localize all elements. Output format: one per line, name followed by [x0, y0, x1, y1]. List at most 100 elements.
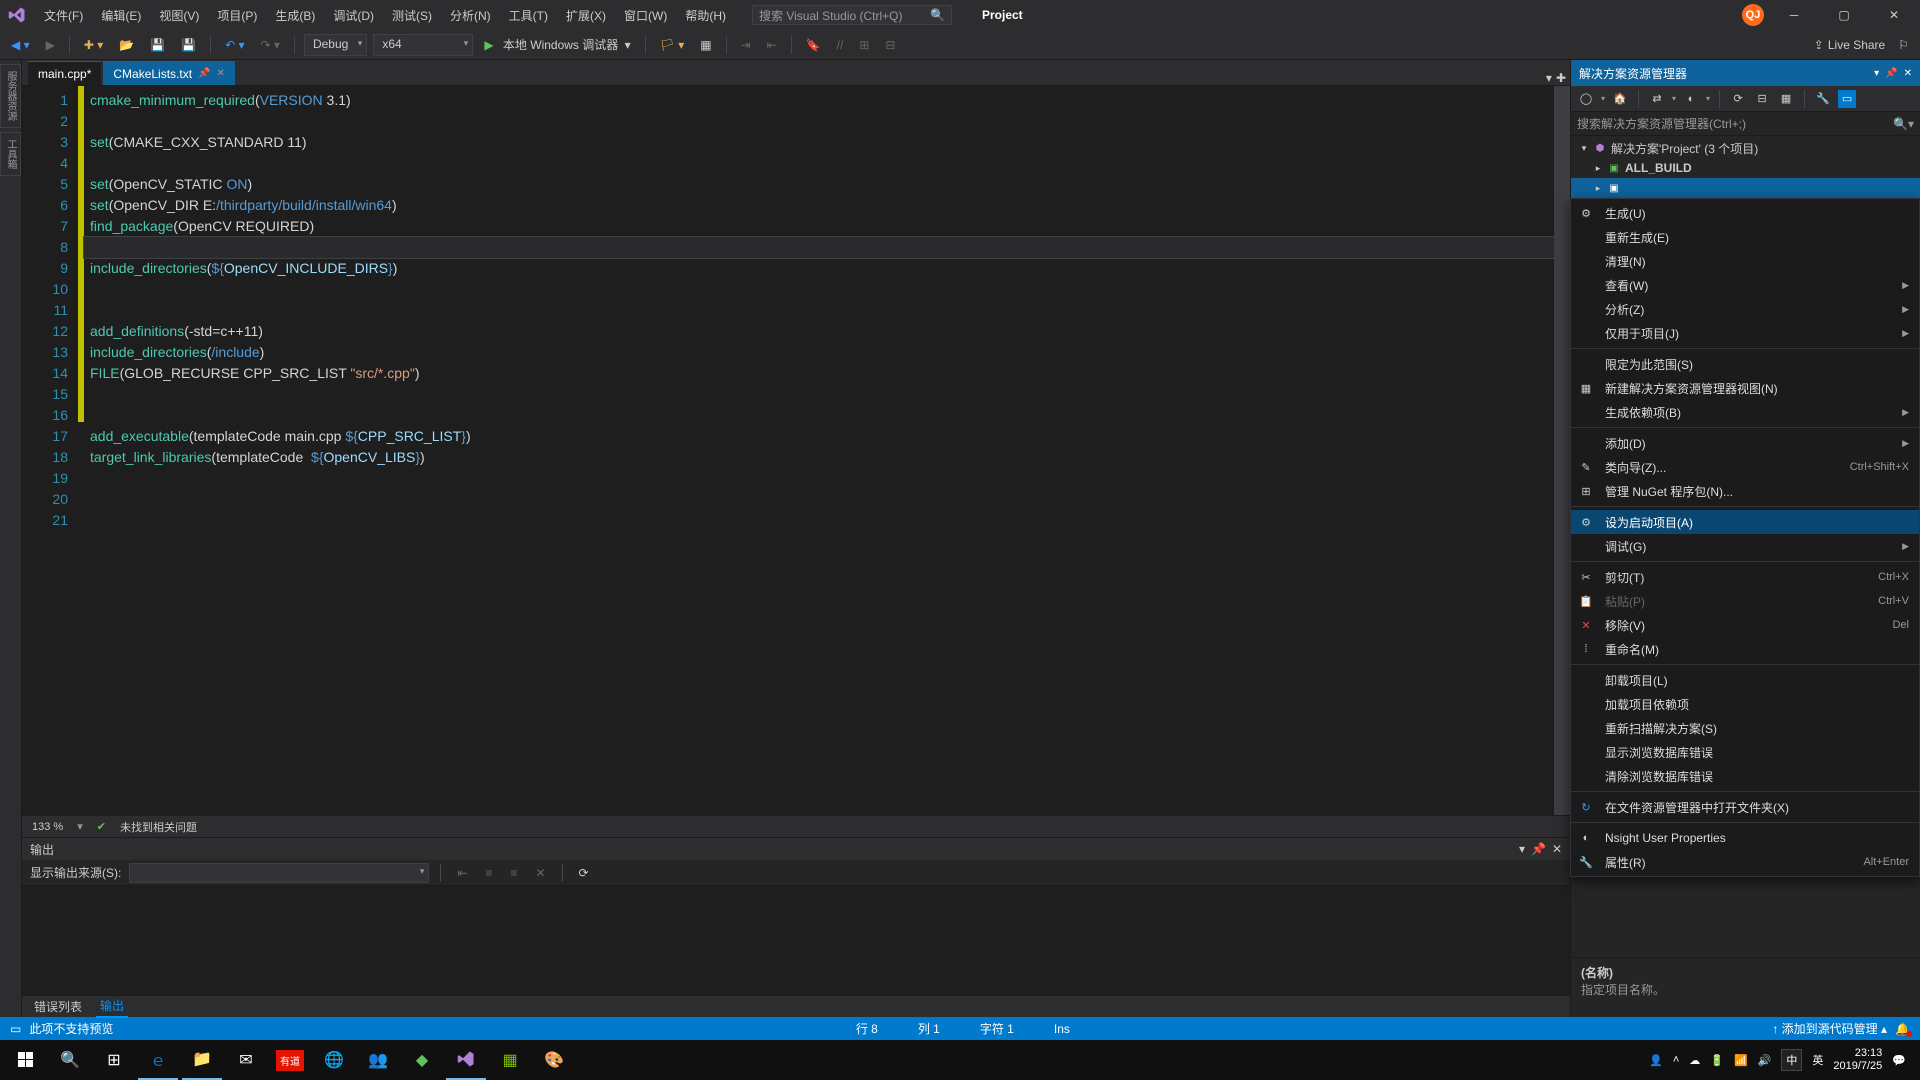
chrome-icon[interactable]: 🌐 [314, 1040, 354, 1080]
code-editor[interactable]: 123456789101112131415161718192021 cmake_… [22, 86, 1570, 815]
nav-back-button[interactable]: ◀ ▾ [6, 35, 35, 55]
vs-taskbar-icon[interactable] [446, 1040, 486, 1080]
out-btn-5[interactable]: ⟳ [574, 863, 594, 883]
taskbar-clock[interactable]: 23:132019/7/25 [1833, 1047, 1882, 1073]
mail-icon[interactable]: ✉ [226, 1040, 266, 1080]
sb-close-icon[interactable]: ✕ [1904, 68, 1912, 79]
sb-back-icon[interactable]: ◯ [1577, 90, 1595, 108]
nav-fwd-button[interactable]: ▶ [41, 35, 60, 55]
menu-视图(V)[interactable]: 视图(V) [151, 3, 207, 28]
tb-icon-3[interactable]: ⇥ [736, 35, 756, 55]
tab-cmakelists[interactable]: CMakeLists.txt📌✕ [103, 61, 235, 85]
ctx-在文件资源管理器中打开文件夹(X)[interactable]: ↻在文件资源管理器中打开文件夹(X) [1571, 795, 1919, 819]
ctx-清除浏览数据库错误[interactable]: 清除浏览数据库错误 [1571, 764, 1919, 788]
ctx-剪切(T)[interactable]: ✂剪切(T)Ctrl+X [1571, 565, 1919, 589]
tab-main-cpp[interactable]: main.cpp* [28, 61, 101, 85]
ctx-重命名(M)[interactable]: ⁞重命名(M) [1571, 637, 1919, 661]
context-menu[interactable]: ⚙生成(U)重新生成(E)清理(N)查看(W)▶分析(Z)▶仅用于项目(J)▶限… [1570, 198, 1920, 877]
user-avatar[interactable]: QJ [1742, 4, 1764, 26]
editor-scrollbar[interactable] [1554, 86, 1570, 815]
menu-扩展(X)[interactable]: 扩展(X) [558, 3, 614, 28]
menu-文件(F)[interactable]: 文件(F) [36, 3, 91, 28]
ctx-加载项目依赖项[interactable]: 加载项目依赖项 [1571, 692, 1919, 716]
ctx-移除(V)[interactable]: ✕移除(V)Del [1571, 613, 1919, 637]
edge-icon[interactable]: ｅ [138, 1040, 178, 1080]
tabs-add-icon[interactable]: ✚ [1556, 71, 1566, 85]
sb-properties-icon[interactable]: 🔧 [1814, 90, 1832, 108]
ctx-卸载项目(L)[interactable]: 卸载项目(L) [1571, 668, 1919, 692]
app-green-icon[interactable]: ▦ [490, 1040, 530, 1080]
menu-项目(P)[interactable]: 项目(P) [209, 3, 265, 28]
project-all-build[interactable]: ▸ ▣ ALL_BUILD [1571, 158, 1920, 178]
feedback-button[interactable]: ⚐ [1893, 35, 1914, 55]
output-pin-icon[interactable]: 📌 [1531, 842, 1546, 856]
ctx-仅用于项目(J)[interactable]: 仅用于项目(J)▶ [1571, 321, 1919, 345]
search-input[interactable]: 搜索 Visual Studio (Ctrl+Q)🔍 [752, 5, 952, 25]
out-btn-1[interactable]: ⇤ [452, 863, 472, 883]
ctx-限定为此范围(S)[interactable]: 限定为此范围(S) [1571, 352, 1919, 376]
ctx-Nsight User Properties[interactable]: ◐Nsight User Properties [1571, 826, 1919, 850]
ctx-分析(Z)[interactable]: 分析(Z)▶ [1571, 297, 1919, 321]
tab-error-list[interactable]: 错误列表 [30, 996, 86, 1017]
tabs-dropdown-icon[interactable]: ▾ [1546, 71, 1552, 85]
notifications-tray-icon[interactable]: 💬 [1892, 1054, 1906, 1067]
toolbox-tab-1[interactable]: 服务器资源 [0, 64, 21, 128]
output-source-dropdown[interactable] [129, 863, 429, 883]
ctx-显示浏览数据库错误[interactable]: 显示浏览数据库错误 [1571, 740, 1919, 764]
ctx-管理 NuGet 程序包(N)...[interactable]: ⊞管理 NuGet 程序包(N)... [1571, 479, 1919, 503]
tray-volume-icon[interactable]: 🔊 [1758, 1054, 1772, 1067]
close-button[interactable]: ✕ [1874, 1, 1914, 29]
out-btn-2[interactable]: ≡ [480, 863, 497, 883]
save-button[interactable]: 💾 [145, 35, 170, 55]
tb-icon-4[interactable]: ⇤ [762, 35, 782, 55]
ctx-属性(R)[interactable]: 🔧属性(R)Alt+Enter [1571, 850, 1919, 874]
solution-search-input[interactable]: 搜索解决方案资源管理器(Ctrl+;)🔍▾ [1571, 112, 1920, 136]
tb-icon-2[interactable]: ▦ [695, 35, 716, 55]
menu-生成(B)[interactable]: 生成(B) [267, 3, 323, 28]
app-diamond-icon[interactable]: ◆ [402, 1040, 442, 1080]
source-control-button[interactable]: ↑ 添加到源代码管理 ▴ [1772, 1020, 1887, 1037]
start-debug-button[interactable]: ▶ 本地 Windows 调试器 ▾ [479, 33, 635, 56]
menu-测试(S)[interactable]: 测试(S) [384, 3, 440, 28]
ime-2[interactable]: 英 [1812, 1052, 1823, 1068]
ctx-重新扫描解决方案(S)[interactable]: 重新扫描解决方案(S) [1571, 716, 1919, 740]
sb-collapse-icon[interactable]: ⊟ [1753, 90, 1771, 108]
output-dropdown-icon[interactable]: ▾ [1519, 842, 1525, 856]
solution-tree[interactable]: ▾ ⬢ 解决方案'Project' (3 个项目) ▸ ▣ ALL_BUILD … [1571, 136, 1920, 200]
notifications-icon[interactable]: 🔔 [1895, 1022, 1910, 1036]
ctx-设为启动项目(A)[interactable]: ⚙设为启动项目(A) [1571, 510, 1919, 534]
ctx-重新生成(E)[interactable]: 重新生成(E) [1571, 225, 1919, 249]
zoom-level[interactable]: 133 % [32, 821, 63, 833]
ctx-类向导(Z)...[interactable]: ✎类向导(Z)...Ctrl+Shift+X [1571, 455, 1919, 479]
sb-pending-icon[interactable]: ◐ [1682, 90, 1700, 108]
tray-cloud-icon[interactable]: ☁ [1689, 1054, 1700, 1067]
ime-1[interactable]: 中 [1781, 1049, 1802, 1071]
menu-编辑(E)[interactable]: 编辑(E) [93, 3, 149, 28]
sb-pin-icon[interactable]: 📌 [1885, 68, 1897, 79]
open-button[interactable]: 📂 [114, 35, 139, 55]
ctx-生成(U)[interactable]: ⚙生成(U) [1571, 201, 1919, 225]
explorer-icon[interactable]: 📁 [182, 1040, 222, 1080]
tray-wifi-icon[interactable]: 📶 [1734, 1054, 1748, 1067]
minimize-button[interactable]: ─ [1774, 1, 1814, 29]
menu-分析(N)[interactable]: 分析(N) [442, 3, 499, 28]
start-button[interactable] [6, 1040, 46, 1080]
sb-dropdown-icon[interactable]: ▾ [1874, 68, 1879, 79]
menu-工具(T)[interactable]: 工具(T) [501, 3, 556, 28]
tb-icon-5[interactable]: 🔖 [801, 35, 826, 55]
ctx-生成依赖项(B)[interactable]: 生成依赖项(B)▶ [1571, 400, 1919, 424]
chevron-down-icon[interactable]: ▾ [1579, 143, 1589, 154]
tb-icon-8[interactable]: ⊟ [880, 35, 900, 55]
sb-refresh-icon[interactable]: ⟳ [1729, 90, 1747, 108]
platform-dropdown[interactable]: x64 [373, 34, 473, 56]
pin-icon[interactable]: 📌 [198, 68, 210, 79]
teams-icon[interactable]: 👥 [358, 1040, 398, 1080]
tb-icon-1[interactable]: 🏳 ▾ [655, 35, 690, 55]
redo-button[interactable]: ↷ ▾ [256, 35, 285, 55]
sb-sync-icon[interactable]: ⇄ [1648, 90, 1666, 108]
maximize-button[interactable]: ▢ [1824, 1, 1864, 29]
tb-icon-6[interactable]: // [832, 35, 849, 55]
tab-output[interactable]: 输出 [96, 995, 128, 1018]
toolbox-tab-2[interactable]: 工具箱 [0, 132, 21, 176]
sb-home-icon[interactable]: 🏠 [1611, 90, 1629, 108]
